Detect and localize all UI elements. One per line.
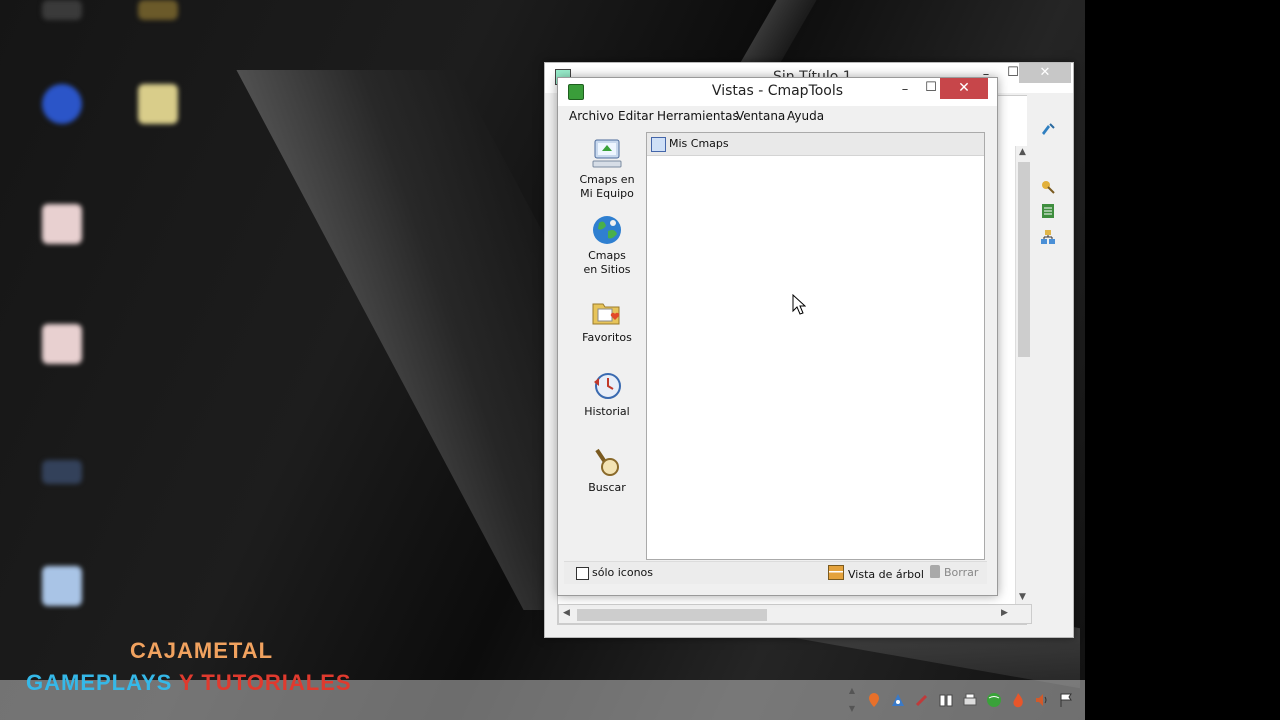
delete-button[interactable]: Borrar	[930, 565, 978, 579]
channel-name: CAJAMETAL	[130, 638, 274, 663]
tray-flag-icon[interactable]	[1058, 692, 1074, 708]
menu-editar[interactable]: Editar	[618, 109, 654, 123]
sidebar-item-buscar[interactable]: Buscar	[564, 446, 650, 495]
tray-volume-icon[interactable]	[1034, 692, 1050, 708]
minimize-button[interactable]: –	[898, 82, 912, 97]
tray-fire-icon[interactable]	[1010, 692, 1026, 708]
tray-network-app-icon[interactable]	[890, 692, 906, 708]
scroll-left-icon[interactable]: ◀	[563, 608, 570, 618]
close-button[interactable]: ✕	[940, 78, 988, 99]
menu-herramientas[interactable]: Herramientas	[657, 109, 739, 123]
scroll-right-icon[interactable]: ▶	[1001, 608, 1008, 618]
favorites-folder-icon	[591, 296, 623, 328]
sidebar-item-historial[interactable]: Historial	[564, 370, 650, 419]
scroll-up-icon[interactable]: ▲	[846, 682, 858, 700]
globe-icon	[591, 214, 623, 246]
only-icons-label: sólo iconos	[592, 566, 654, 579]
tagline-tutoriales: Y TUTORIALES	[179, 670, 352, 695]
desktop-icon[interactable]	[22, 460, 102, 484]
sidebar-item-favoritos[interactable]: Favoritos	[564, 296, 650, 345]
horizontal-scroll-thumb[interactable]	[577, 609, 767, 621]
trash-icon	[930, 565, 940, 578]
sidebar-label: Buscar	[588, 481, 626, 494]
list-tool-icon[interactable]	[1040, 203, 1056, 219]
menu-ventana[interactable]: Ventana	[736, 109, 785, 123]
scroll-down-icon[interactable]: ▼	[846, 700, 858, 718]
channel-tagline: GAMEPLAYS Y TUTORIALES	[26, 670, 352, 696]
delete-label: Borrar	[944, 566, 979, 579]
maximize-button[interactable]: ☐	[924, 80, 938, 95]
panel-header: Mis Cmaps	[647, 133, 984, 156]
scroll-up-icon[interactable]: ▲	[1019, 147, 1026, 157]
desktop-icon[interactable]	[22, 324, 102, 364]
desktop-icon[interactable]	[118, 84, 198, 124]
style-tool-icon[interactable]	[1040, 121, 1056, 137]
horizontal-scrollbar[interactable]: ◀ ▶	[558, 604, 1032, 624]
vistas-window: Vistas - CmapTools – ☐ ✕ Archivo Editar …	[557, 77, 998, 596]
mis-cmaps-panel[interactable]: Mis Cmaps	[646, 132, 985, 560]
menu-archivo[interactable]: Archivo	[569, 109, 614, 123]
panel-title: Mis Cmaps	[669, 137, 729, 150]
vertical-scroll-thumb[interactable]	[1018, 162, 1030, 357]
tree-view-button[interactable]: Vista de árbol	[828, 565, 924, 581]
only-icons-checkbox[interactable]	[576, 567, 589, 580]
history-clock-icon	[591, 370, 623, 402]
tagline-gameplays: GAMEPLAYS	[26, 670, 173, 695]
magnifier-icon	[591, 446, 623, 478]
sidebar-item-cmaps-sitios[interactable]: Cmaps en Sitios	[564, 214, 650, 277]
vertical-scrollbar[interactable]: ▲ ▼	[1015, 146, 1032, 608]
paint-tool-icon[interactable]	[1040, 179, 1056, 195]
sidebar-label: Favoritos	[582, 331, 632, 344]
sidebar-label: Historial	[584, 405, 630, 418]
video-letterbox	[1085, 0, 1280, 720]
cmap-folder-icon	[651, 137, 666, 152]
vistas-titlebar[interactable]: Vistas - CmapTools – ☐ ✕	[558, 78, 997, 106]
tray-location-icon[interactable]	[866, 692, 882, 708]
computer-icon	[591, 138, 623, 170]
tree-view-label: Vista de árbol	[848, 568, 924, 581]
scroll-down-icon[interactable]: ▼	[1019, 592, 1026, 602]
taskbar-scroll[interactable]: ▲ ▼	[846, 682, 858, 718]
tree-view-icon	[828, 565, 844, 580]
bottom-bar: sólo iconos Vista de árbol Borrar	[564, 561, 987, 584]
nodes-tool-icon[interactable]	[1040, 229, 1056, 245]
menu-bar: Archivo Editar Herramientas Ventana Ayud…	[558, 107, 997, 125]
tray-tool-icon[interactable]	[914, 692, 930, 708]
close-button[interactable]: ✕	[1019, 63, 1071, 83]
desktop-icon[interactable]	[22, 84, 102, 124]
sidebar-label: Cmaps en Mi Equipo	[579, 173, 635, 200]
desktop-icon[interactable]	[118, 0, 198, 20]
desktop-icon[interactable]	[22, 0, 102, 20]
desktop-icon[interactable]	[22, 566, 102, 606]
sidebar-item-cmaps-mi-equipo[interactable]: Cmaps en Mi Equipo	[564, 138, 650, 201]
desktop-icon[interactable]	[22, 204, 102, 244]
sidebar-label: Cmaps en Sitios	[583, 249, 631, 276]
tray-devices-icon[interactable]	[938, 692, 954, 708]
tray-printer-icon[interactable]	[962, 692, 978, 708]
right-toolbar	[1027, 93, 1073, 637]
tray-globe-icon[interactable]	[986, 692, 1002, 708]
menu-ayuda[interactable]: Ayuda	[787, 109, 824, 123]
views-sidebar: Cmaps en Mi Equipo Cmaps en Sitios Favor…	[564, 130, 648, 550]
